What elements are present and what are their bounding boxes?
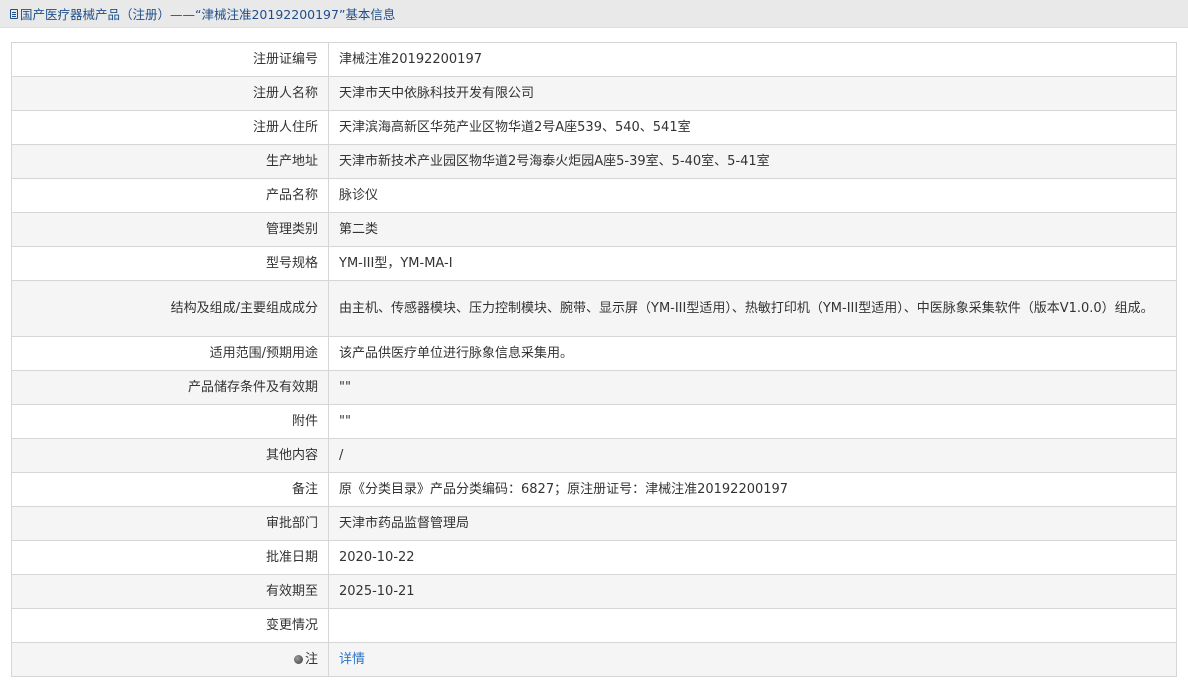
row-label: 注册人名称 [11, 76, 329, 111]
breadcrumb: 国产医疗器械产品（注册）——“津械注准20192200197”基本信息 [0, 0, 1188, 28]
row-value: YM-III型，YM-MA-I [328, 246, 1177, 281]
row-value: / [328, 438, 1177, 473]
row-value: 第二类 [328, 212, 1177, 247]
table-row: 附件 "" [11, 404, 1177, 439]
table-row: 适用范围/预期用途 该产品供医疗单位进行脉象信息采集用。 [11, 336, 1177, 371]
row-label: 注册证编号 [11, 42, 329, 77]
row-label: 生产地址 [11, 144, 329, 179]
table-row: 注册人住所 天津滨海高新区华苑产业区物华道2号A座539、540、541室 [11, 110, 1177, 145]
table-row: 型号规格 YM-III型，YM-MA-I [11, 246, 1177, 281]
row-value: 2025-10-21 [328, 574, 1177, 609]
row-value: 由主机、传感器模块、压力控制模块、腕带、显示屏（YM-III型适用）、热敏打印机… [328, 280, 1177, 337]
details-link[interactable]: 详情 [339, 652, 365, 667]
table-row: 产品名称 脉诊仪 [11, 178, 1177, 213]
pin-icon [293, 654, 303, 664]
note-label: 注 [304, 651, 318, 667]
table-row: 变更情况 [11, 608, 1177, 643]
row-label: 结构及组成/主要组成成分 [11, 280, 329, 337]
row-label: 附件 [11, 404, 329, 439]
note-label-cell: 注 [11, 642, 329, 677]
row-label: 型号规格 [11, 246, 329, 281]
table-row: 结构及组成/主要组成成分 由主机、传感器模块、压力控制模块、腕带、显示屏（YM-… [11, 280, 1177, 337]
row-label: 其他内容 [11, 438, 329, 473]
row-value: 天津市天中依脉科技开发有限公司 [328, 76, 1177, 111]
breadcrumb-text: 国产医疗器械产品（注册）——“津械注准20192200197”基本信息 [20, 7, 396, 22]
table-row: 注册证编号 津械注准20192200197 [11, 42, 1177, 77]
row-value: "" [328, 404, 1177, 439]
row-value: 津械注准20192200197 [328, 42, 1177, 77]
row-value: 天津滨海高新区华苑产业区物华道2号A座539、540、541室 [328, 110, 1177, 145]
row-value: 脉诊仪 [328, 178, 1177, 213]
row-label: 产品名称 [11, 178, 329, 213]
row-label: 注册人住所 [11, 110, 329, 145]
row-label: 审批部门 [11, 506, 329, 541]
table-row: 有效期至 2025-10-21 [11, 574, 1177, 609]
table-row: 管理类别 第二类 [11, 212, 1177, 247]
table-row: 生产地址 天津市新技术产业园区物华道2号海泰火炬园A座5-39室、5-40室、5… [11, 144, 1177, 179]
note-value-cell: 详情 [328, 642, 1177, 677]
document-icon [10, 8, 18, 19]
row-value: 该产品供医疗单位进行脉象信息采集用。 [328, 336, 1177, 371]
info-table: 注册证编号 津械注准20192200197 注册人名称 天津市天中依脉科技开发有… [11, 42, 1177, 677]
table-row: 备注 原《分类目录》产品分类编码：6827；原注册证号：津械注准20192200… [11, 472, 1177, 507]
table-row: 审批部门 天津市药品监督管理局 [11, 506, 1177, 541]
table-row: 批准日期 2020-10-22 [11, 540, 1177, 575]
row-label: 备注 [11, 472, 329, 507]
row-label: 管理类别 [11, 212, 329, 247]
row-label: 变更情况 [11, 608, 329, 643]
row-label: 批准日期 [11, 540, 329, 575]
row-label: 产品储存条件及有效期 [11, 370, 329, 405]
note-row: 注 详情 [11, 642, 1177, 677]
row-value: "" [328, 370, 1177, 405]
row-value: 天津市药品监督管理局 [328, 506, 1177, 541]
row-value: 天津市新技术产业园区物华道2号海泰火炬园A座5-39室、5-40室、5-41室 [328, 144, 1177, 179]
row-value: 2020-10-22 [328, 540, 1177, 575]
row-label: 适用范围/预期用途 [11, 336, 329, 371]
table-row: 其他内容 / [11, 438, 1177, 473]
row-value: 原《分类目录》产品分类编码：6827；原注册证号：津械注准20192200197 [328, 472, 1177, 507]
table-row: 产品储存条件及有效期 "" [11, 370, 1177, 405]
row-label: 有效期至 [11, 574, 329, 609]
row-value [328, 608, 1177, 643]
table-row: 注册人名称 天津市天中依脉科技开发有限公司 [11, 76, 1177, 111]
